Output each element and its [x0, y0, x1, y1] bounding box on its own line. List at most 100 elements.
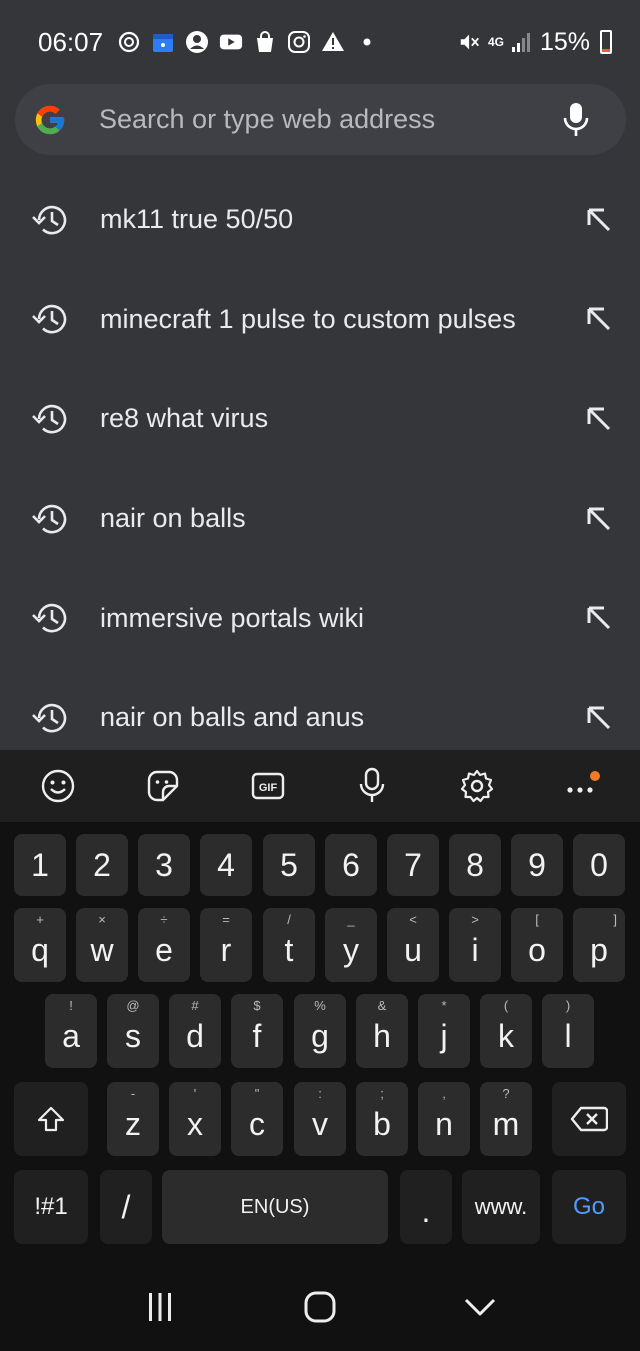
- back-icon[interactable]: [450, 1282, 510, 1332]
- address-bar[interactable]: Search or type web address: [15, 84, 626, 155]
- key-sub-label: ]: [613, 912, 617, 927]
- calendar-icon: [151, 30, 175, 54]
- key-n[interactable]: ,n: [418, 1082, 470, 1156]
- key-p[interactable]: ] p: [573, 908, 625, 982]
- key-d[interactable]: # d: [169, 994, 221, 1068]
- key-k[interactable]: (k: [480, 994, 532, 1068]
- settings-icon[interactable]: [455, 764, 499, 808]
- warning-icon: [321, 30, 345, 54]
- key-w[interactable]: × w: [76, 908, 128, 982]
- suggestion-item[interactable]: immersive portals wiki: [0, 568, 640, 668]
- www-key[interactable]: www.: [462, 1170, 540, 1244]
- key-s[interactable]: @ s: [107, 994, 159, 1068]
- backspace-key[interactable]: [552, 1082, 626, 1156]
- fill-arrow-icon[interactable]: [584, 504, 614, 534]
- key-a[interactable]: ! a: [45, 994, 97, 1068]
- key-label: s: [125, 1017, 141, 1054]
- key-c[interactable]: " c: [231, 1082, 283, 1156]
- symbols-key[interactable]: !#1: [14, 1170, 88, 1244]
- key-label: q: [31, 931, 49, 968]
- key-sub-label: ×: [98, 912, 106, 927]
- key-q[interactable]: + q: [14, 908, 66, 982]
- gif-icon[interactable]: GIF: [246, 764, 290, 808]
- key-sub-label: ,: [442, 1086, 446, 1101]
- key-i[interactable]: > i: [449, 908, 501, 982]
- key-label: 9: [528, 846, 546, 883]
- history-icon: [30, 598, 70, 638]
- key-f[interactable]: $ f: [231, 994, 283, 1068]
- key-1[interactable]: 1: [14, 834, 66, 896]
- home-icon[interactable]: [290, 1282, 350, 1332]
- go-key[interactable]: Go: [552, 1170, 626, 1244]
- key-8[interactable]: 8: [449, 834, 501, 896]
- key-9[interactable]: 9: [511, 834, 563, 896]
- search-input[interactable]: Search or type web address: [99, 104, 556, 135]
- key-label: j: [440, 1017, 448, 1054]
- keyboard-toolbar: GIF: [0, 750, 640, 822]
- history-icon: [30, 200, 70, 240]
- key-0[interactable]: 0: [573, 834, 625, 896]
- key-x[interactable]: ' x: [169, 1082, 221, 1156]
- key-label: l: [564, 1017, 572, 1054]
- suggestion-text: nair on balls: [100, 503, 246, 534]
- key-sub-label: >: [471, 912, 479, 927]
- suggestion-item[interactable]: minecraft 1 pulse to custom pulses: [0, 270, 640, 370]
- emoji-icon[interactable]: [36, 764, 80, 808]
- fill-arrow-icon[interactable]: [584, 404, 614, 434]
- key-6[interactable]: 6: [325, 834, 377, 896]
- voice-input-icon[interactable]: [350, 764, 394, 808]
- key-u[interactable]: < u: [387, 908, 439, 982]
- youtube-icon: [219, 30, 243, 54]
- key-label: Go: [572, 1193, 605, 1220]
- key-label: a: [62, 1017, 80, 1054]
- shift-key[interactable]: [14, 1082, 88, 1156]
- key-y[interactable]: _ y: [325, 908, 377, 982]
- microphone-icon[interactable]: [556, 100, 596, 140]
- space-key[interactable]: EN(US): [162, 1170, 388, 1244]
- key-sub-label: ): [565, 998, 571, 1013]
- key-2[interactable]: 2: [76, 834, 128, 896]
- key-b[interactable]: ; b: [356, 1082, 408, 1156]
- fill-arrow-icon[interactable]: [584, 703, 614, 733]
- fill-arrow-icon[interactable]: [584, 205, 614, 235]
- dot-icon: [355, 30, 379, 54]
- key-r[interactable]: = r: [200, 908, 252, 982]
- key-slash[interactable]: /: [100, 1170, 152, 1244]
- key-o[interactable]: [o: [511, 908, 563, 982]
- key-5[interactable]: 5: [263, 834, 315, 896]
- key-z[interactable]: -z: [107, 1082, 159, 1156]
- sticker-icon[interactable]: [141, 764, 185, 808]
- key-label: 8: [466, 846, 484, 883]
- face-icon: [185, 30, 209, 54]
- key-j[interactable]: * j: [418, 994, 470, 1068]
- suggestion-item[interactable]: re8 what virus: [0, 369, 640, 469]
- key-e[interactable]: ÷ e: [138, 908, 190, 982]
- key-g[interactable]: % g: [294, 994, 346, 1068]
- fill-arrow-icon[interactable]: [584, 304, 614, 334]
- suggestion-item[interactable]: mk11 true 50/50: [0, 170, 640, 270]
- key-label: v: [312, 1105, 328, 1142]
- key-m[interactable]: ? m: [480, 1082, 532, 1156]
- recent-apps-icon[interactable]: [130, 1282, 190, 1332]
- history-icon: [30, 499, 70, 539]
- shopping-bag-icon: [253, 30, 277, 54]
- key-sub-label: ?: [502, 1086, 510, 1101]
- key-sub-label: #: [191, 998, 199, 1013]
- suggestion-item[interactable]: nair on balls: [0, 469, 640, 569]
- key-period[interactable]: .: [400, 1170, 452, 1244]
- key-t[interactable]: / t: [263, 908, 315, 982]
- key-label: k: [498, 1017, 514, 1054]
- more-icon[interactable]: [560, 764, 604, 808]
- key-7[interactable]: 7: [387, 834, 439, 896]
- fill-arrow-icon[interactable]: [584, 603, 614, 633]
- key-4[interactable]: 4: [200, 834, 252, 896]
- battery-fill: [602, 49, 610, 52]
- key-l[interactable]: ) l: [542, 994, 594, 1068]
- backspace-icon: [570, 1106, 608, 1132]
- network-label: 4G: [487, 34, 504, 49]
- key-v[interactable]: :v: [294, 1082, 346, 1156]
- key-label: 2: [93, 846, 111, 883]
- key-3[interactable]: 3: [138, 834, 190, 896]
- bottom-row: !#1 / EN(US) . www. Go: [0, 1170, 640, 1246]
- key-h[interactable]: & h: [356, 994, 408, 1068]
